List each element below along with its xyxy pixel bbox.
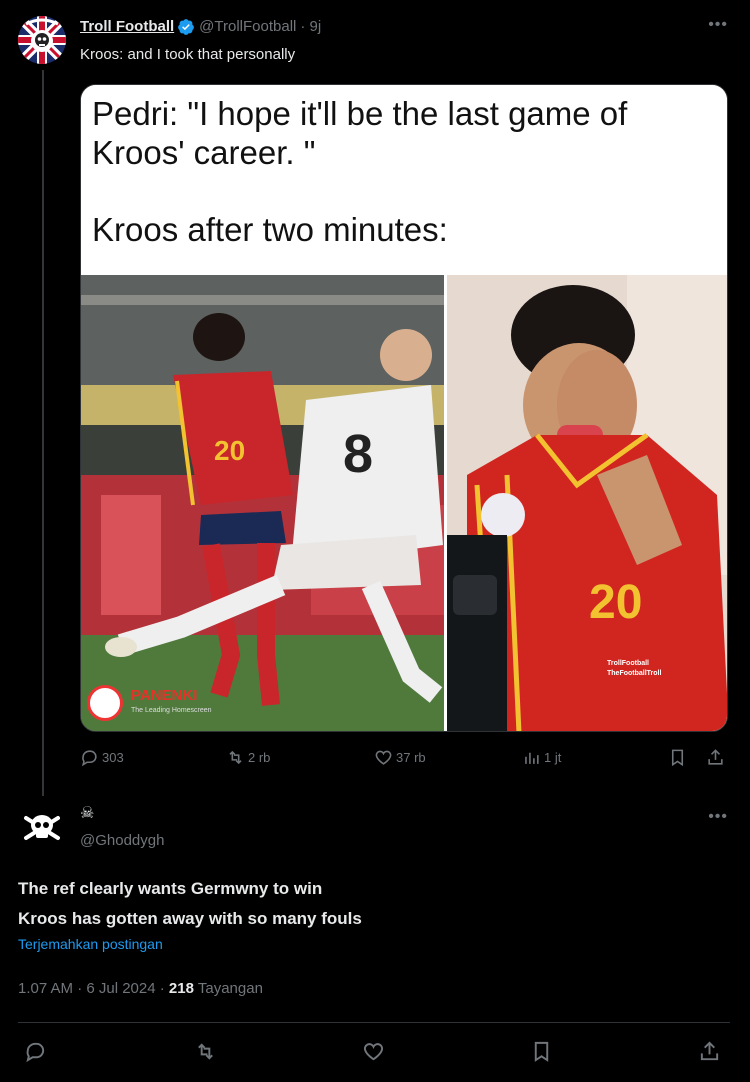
like-action[interactable]: 37 rb xyxy=(374,748,426,767)
share-action[interactable] xyxy=(706,748,728,767)
parent-tweet-text: Kroos: and I took that personally xyxy=(80,46,296,63)
share-icon xyxy=(708,749,723,765)
like-count: 37 rb xyxy=(396,750,426,765)
right-watermark-1: TrollFootball xyxy=(607,660,649,667)
reply-action[interactable]: 303 xyxy=(80,748,124,767)
tweet-time[interactable]: · 9j xyxy=(300,17,321,37)
meme-caption-line-1: Pedri: "I hope it'll be the last game of xyxy=(92,95,628,132)
repost-action[interactable]: 2 rb xyxy=(226,748,270,767)
meme-caption: Pedri: "I hope it'll be the last game of… xyxy=(81,85,727,273)
bookmark-icon xyxy=(534,1041,549,1062)
thread-connector-line xyxy=(42,70,44,796)
white-jersey-number: 8 xyxy=(343,424,374,484)
timestamp[interactable]: 1.07 AM · 6 Jul 2024 · xyxy=(18,980,165,997)
union-jack-icon xyxy=(18,16,66,64)
troll-football-avatar[interactable] xyxy=(18,16,66,64)
reply-icon xyxy=(26,1042,45,1063)
like-button[interactable] xyxy=(362,1040,385,1068)
heart-icon xyxy=(375,750,392,765)
divider xyxy=(18,1022,730,1023)
share-button[interactable] xyxy=(698,1040,721,1068)
reply-more-options-icon[interactable]: ••• xyxy=(708,808,728,826)
ghoddygh-avatar[interactable] xyxy=(18,804,66,852)
views-count: 1 jt xyxy=(544,750,562,765)
translate-post-link[interactable]: Terjemahkan postingan xyxy=(18,936,163,952)
skull-crossbones-icon xyxy=(18,804,66,852)
reply-icon xyxy=(81,750,97,767)
share-icon xyxy=(700,1041,719,1061)
panenki-logo-icon xyxy=(87,685,123,721)
repost-icon xyxy=(198,1043,213,1060)
reply-tweet-text: The ref clearly wants Germwny to win Kro… xyxy=(18,874,718,934)
display-name[interactable]: Troll Football xyxy=(80,17,174,37)
verified-badge-icon xyxy=(178,19,195,35)
meme-caption-line-3: Kroos after two minutes: xyxy=(92,211,448,248)
repost-button[interactable] xyxy=(194,1040,217,1068)
heart-icon xyxy=(363,1043,384,1061)
right-watermark-2: TheFootballTroll xyxy=(607,670,662,677)
right-jersey-number: 20 xyxy=(589,576,643,629)
left-watermark: PANENKI xyxy=(131,687,198,704)
left-jersey-number: 20 xyxy=(214,435,246,466)
reply-text-line-1: The ref clearly wants Germwny to win xyxy=(18,879,323,898)
tackle-photo: PANENKI The Leading Homescreen 20 8 xyxy=(81,275,444,731)
left-watermark-sub: The Leading Homescreen xyxy=(131,707,212,714)
bookmark-button[interactable] xyxy=(530,1040,553,1068)
repost-icon xyxy=(229,750,242,765)
reply-handle[interactable]: @Ghoddygh xyxy=(80,832,164,849)
reply-button[interactable] xyxy=(24,1040,47,1068)
reply-text-line-2: Kroos has gotten away with so many fouls xyxy=(18,909,362,928)
bookmark-icon xyxy=(671,749,684,767)
repost-count: 2 rb xyxy=(248,750,271,765)
meme-caption-line-2: Kroos' career. " xyxy=(92,134,316,171)
meme-image[interactable]: Pedri: "I hope it'll be the last game of… xyxy=(80,84,728,732)
reply-count: 303 xyxy=(102,750,124,765)
bookmark-action[interactable] xyxy=(668,748,690,767)
reply-display-name[interactable]: ☠ xyxy=(80,803,94,823)
analytics-icon xyxy=(525,752,539,764)
parent-tweet-header: Troll Football @TrollFootball · 9j xyxy=(80,17,321,37)
view-label: Tayangan xyxy=(197,980,263,997)
handle[interactable]: @TrollFootball xyxy=(199,17,296,37)
views-action[interactable]: 1 jt xyxy=(522,748,561,767)
player-crying-photo: 20 TrollFootball TheFootballTroll xyxy=(447,275,727,731)
tweet-meta: 1.07 AM · 6 Jul 2024 · 218 Tayangan xyxy=(18,980,263,997)
view-count: 218 xyxy=(168,980,194,997)
more-options-icon[interactable]: ••• xyxy=(708,16,728,34)
